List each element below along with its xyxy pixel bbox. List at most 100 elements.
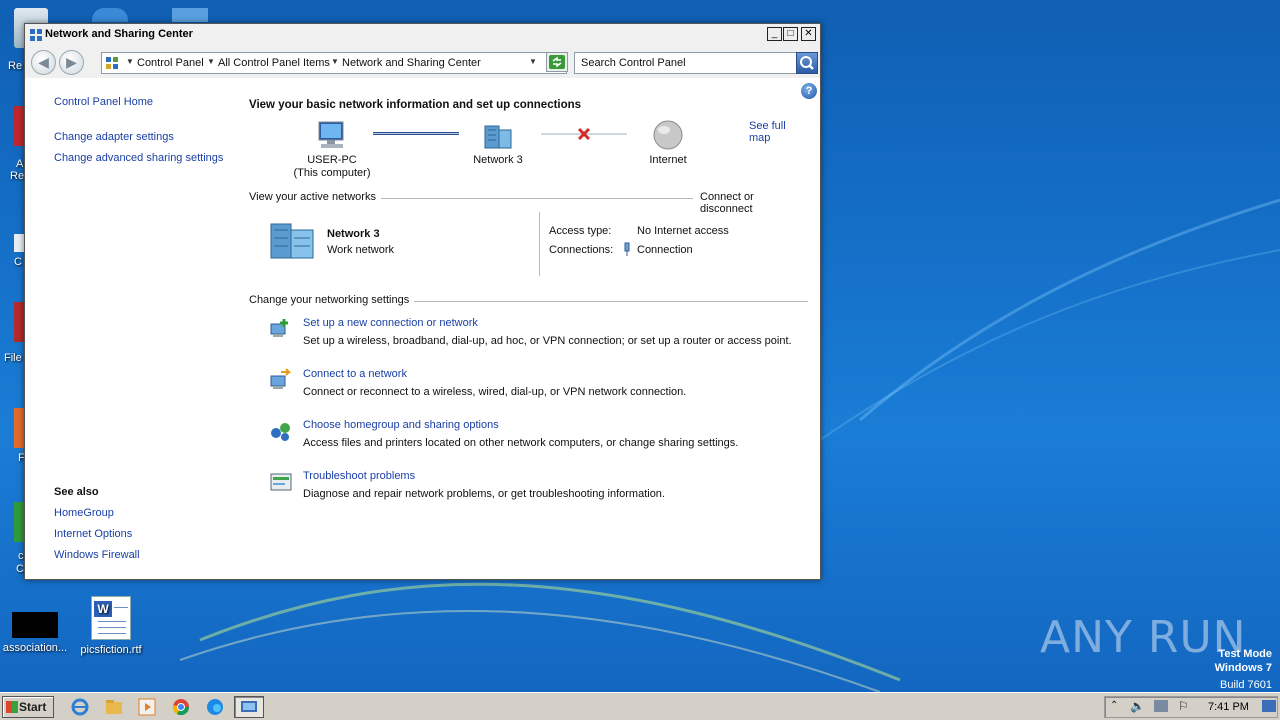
desktop-icon-label: picsfiction.rtf <box>80 644 142 656</box>
control-panel-home-link[interactable]: Control Panel Home <box>54 96 153 108</box>
media-player-icon[interactable] <box>137 697 157 717</box>
desktop-label-partial: File <box>4 352 22 364</box>
troubleshoot-icon <box>270 473 292 491</box>
network-building-large-icon <box>270 223 314 259</box>
windows-logo-icon <box>6 701 18 713</box>
internet-explorer-icon[interactable] <box>70 697 90 717</box>
build-text: Build 7601 <box>1220 679 1272 691</box>
search-button[interactable] <box>796 52 818 74</box>
app-shortcut-icon[interactable] <box>14 106 24 146</box>
show-desktop-button[interactable] <box>1262 700 1276 712</box>
test-mode-text: Test Mode <box>1218 648 1272 660</box>
edge-icon[interactable] <box>205 697 225 717</box>
chevron-down-icon[interactable]: ▼ <box>529 57 537 66</box>
refresh-icon <box>549 55 565 69</box>
show-hidden-icons[interactable]: ⌃ <box>1110 700 1118 711</box>
app-shortcut-icon[interactable] <box>14 302 24 342</box>
homegroup-sharing-desc: Access files and printers located on oth… <box>303 437 739 449</box>
chevron-right-icon[interactable]: ▼ <box>331 57 339 66</box>
anyrun-watermark: ANY RUN <box>1040 612 1247 663</box>
app-shortcut-icon[interactable] <box>14 502 24 542</box>
window-title: Network and Sharing Center <box>45 28 193 40</box>
networking-settings-heading: Change your networking settings <box>249 294 410 306</box>
divider <box>414 301 808 302</box>
desktop-label-partial: c <box>18 550 24 562</box>
setup-new-connection-desc: Set up a wireless, broadband, dial-up, a… <box>303 335 792 347</box>
breadcrumb-control-panel[interactable]: Control Panel <box>137 57 204 69</box>
new-connection-icon <box>270 319 288 337</box>
breadcrumb-all-items[interactable]: All Control Panel Items <box>218 57 330 69</box>
search-input[interactable]: Search Control Panel <box>574 52 797 74</box>
network-tray-icon[interactable] <box>1154 700 1168 712</box>
network-type-link[interactable]: Work network <box>327 244 394 256</box>
title-bar[interactable]: Network and Sharing Center _ □ ✕ <box>25 24 820 46</box>
desktop-label-partial: C <box>16 563 24 575</box>
maximize-button[interactable]: □ <box>783 27 798 41</box>
network-name: Network 3 <box>473 154 523 166</box>
breadcrumb-network-center[interactable]: Network and Sharing Center <box>342 57 481 69</box>
homegroup-link[interactable]: HomeGroup <box>54 507 114 519</box>
computer-subtitle: (This computer) <box>293 167 371 179</box>
top-desktop-icon[interactable] <box>92 8 128 22</box>
setup-new-connection-link[interactable]: Set up a new connection or network <box>303 317 478 329</box>
address-bar[interactable]: ▼ Control Panel ▼ All Control Panel Item… <box>101 52 567 74</box>
app-shortcut-icon[interactable] <box>14 408 24 448</box>
clock[interactable]: 7:41 PM <box>1208 701 1249 713</box>
taskbar: Start ⌃ 🔈 ⚐ 7:41 PM <box>0 692 1280 720</box>
start-button[interactable]: Start <box>2 696 54 718</box>
chrome-icon[interactable] <box>171 697 191 717</box>
desktop-icon-picsfiction[interactable]: W picsfiction.rtf <box>76 596 146 656</box>
word-document-icon: W <box>91 596 131 640</box>
main-panel: View your basic network information and … <box>249 78 809 579</box>
see-also-heading: See also <box>54 486 99 498</box>
connect-disconnect-link[interactable]: Connect or disconnect <box>700 191 809 215</box>
internet-globe-icon[interactable] <box>651 118 685 152</box>
refresh-button[interactable] <box>546 52 568 72</box>
see-full-map-link[interactable]: See full map <box>749 120 809 144</box>
content-area: ? Control Panel Home Change adapter sett… <box>25 78 820 579</box>
troubleshoot-link[interactable]: Troubleshoot problems <box>303 470 415 482</box>
desktop-label-partial: Re <box>10 170 25 182</box>
chevron-right-icon[interactable]: ▼ <box>126 57 134 66</box>
top-desktop-icon[interactable] <box>172 8 208 22</box>
connect-to-network-link[interactable]: Connect to a network <box>303 368 407 380</box>
network-center-taskbar-button[interactable] <box>234 696 264 718</box>
forward-button[interactable]: ▶ <box>59 50 84 75</box>
file-explorer-icon[interactable] <box>104 697 124 717</box>
change-adapter-link[interactable]: Change adapter settings <box>54 131 174 143</box>
chevron-right-icon[interactable]: ▼ <box>207 57 215 66</box>
access-type-value: No Internet access <box>637 225 729 237</box>
desktop-icon-association[interactable]: association... <box>0 612 70 654</box>
action-center-flag-icon[interactable]: ⚐ <box>1178 699 1189 713</box>
internet-options-link[interactable]: Internet Options <box>54 528 132 540</box>
start-label: Start <box>19 700 47 714</box>
network-building-icon[interactable] <box>481 120 515 150</box>
close-button[interactable]: ✕ <box>801 27 816 41</box>
network-sharing-window: Network and Sharing Center _ □ ✕ ◀ ▶ ▼ C… <box>24 23 821 580</box>
left-navigation: Control Panel Home Change adapter settin… <box>25 78 230 579</box>
volume-icon[interactable]: 🔈 <box>1130 699 1145 713</box>
divider <box>381 198 693 199</box>
connection-link[interactable]: Connection <box>637 244 693 256</box>
internet-label: Internet <box>649 154 687 166</box>
connection-line-ok <box>373 132 459 135</box>
change-advanced-sharing-link[interactable]: Change advanced sharing settings <box>54 152 223 164</box>
connect-to-network-desc: Connect or reconnect to a wireless, wire… <box>303 386 687 398</box>
desktop-label-partial: Re <box>8 60 23 72</box>
desktop-label-partial: C <box>14 256 22 268</box>
back-button[interactable]: ◀ <box>31 50 56 75</box>
windows-firewall-link[interactable]: Windows Firewall <box>54 549 140 561</box>
minimize-button[interactable]: _ <box>767 27 782 41</box>
computer-icon[interactable] <box>315 120 349 150</box>
no-connection-x-icon <box>577 127 591 141</box>
network-center-icon <box>241 701 257 712</box>
active-network-name: Network 3 <box>327 228 380 240</box>
desktop-icon-label: association... <box>2 642 68 654</box>
page-heading: View your basic network information and … <box>249 99 582 111</box>
app-shortcut-icon[interactable] <box>14 234 24 252</box>
network-center-icon <box>30 29 42 41</box>
connection-plug-icon <box>624 242 630 256</box>
homegroup-sharing-link[interactable]: Choose homegroup and sharing options <box>303 419 499 431</box>
vertical-divider <box>539 212 540 276</box>
desktop-label-partial: A <box>16 158 24 170</box>
